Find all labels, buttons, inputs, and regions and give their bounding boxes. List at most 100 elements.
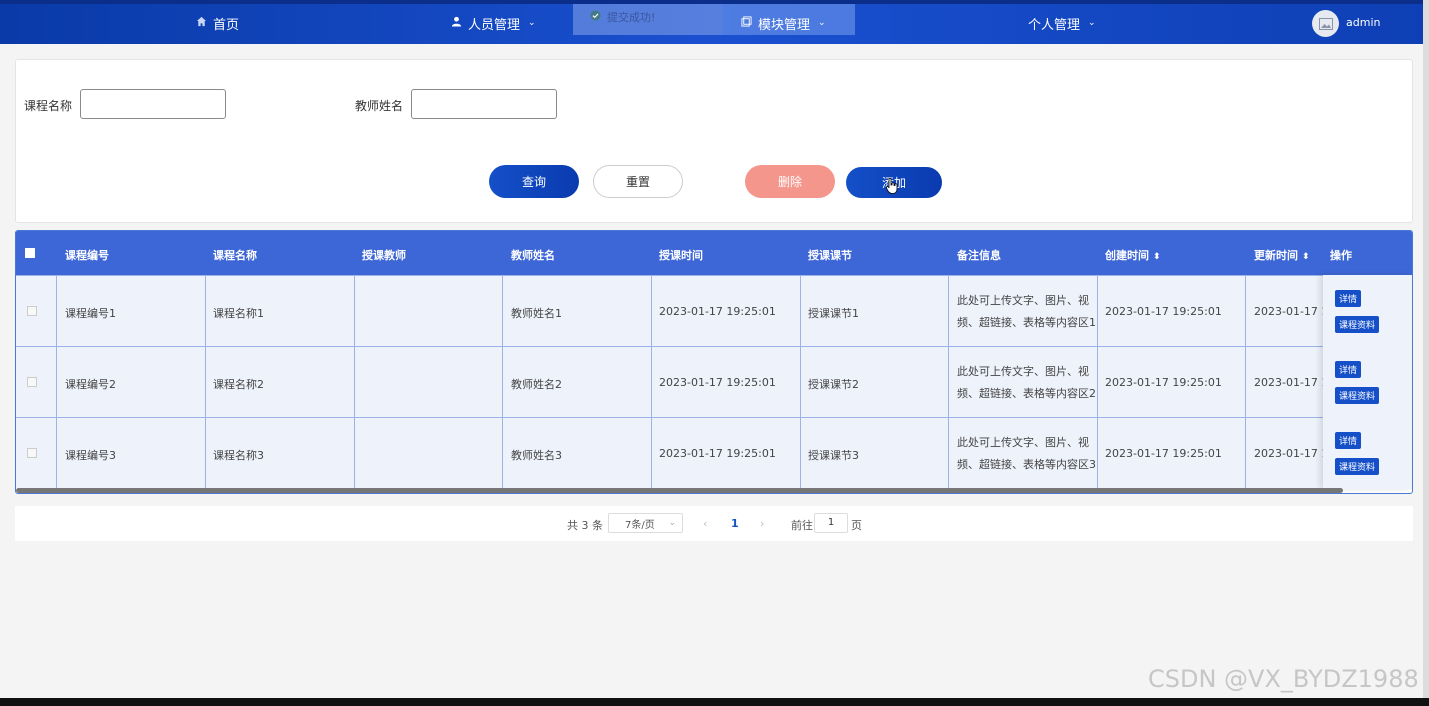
nav-personal[interactable]: 个人管理 ⌄ bbox=[1028, 12, 1096, 34]
col-lesson-section: 授课课节 bbox=[808, 249, 852, 262]
table-row: 课程编号3 课程名称3 教师姓名3 2023-01-17 19:25:01 授课… bbox=[16, 417, 1412, 488]
col-updated-label: 更新时间 bbox=[1254, 249, 1298, 262]
col-updated-time[interactable]: 更新时间 ⬍ bbox=[1254, 247, 1310, 263]
column-divider bbox=[948, 275, 949, 489]
cell-created-time: 2023-01-17 19:25:01 bbox=[1105, 305, 1222, 318]
row-checkbox[interactable] bbox=[27, 448, 37, 458]
cell-course-name: 课程名称3 bbox=[213, 449, 264, 462]
goto-page-input[interactable]: 1 bbox=[814, 513, 848, 533]
actions-column: 详情 课程资料 详情 课程资料 详情 课程资料 bbox=[1323, 275, 1412, 489]
nav-home[interactable]: 首页 bbox=[196, 12, 239, 34]
course-name-input[interactable] bbox=[80, 89, 226, 119]
top-nav: 提交成功! 首页 人员管理 ⌄ 模块管理 ⌄ 个人管理 ⌄ admin bbox=[0, 0, 1429, 44]
cell-note: 此处可上传文字、图片、视频、超链接、表格等内容区2 bbox=[957, 365, 1096, 400]
cell-teacher-name: 教师姓名3 bbox=[511, 449, 562, 462]
chevron-down-icon: ⌄ bbox=[818, 18, 826, 28]
cell-note: 此处可上传文字、图片、视频、超链接、表格等内容区1 bbox=[957, 294, 1096, 329]
nav-modules-label: 模块管理 bbox=[758, 17, 811, 33]
check-circle-icon bbox=[590, 10, 601, 24]
column-divider bbox=[205, 275, 206, 489]
cell-lesson-section: 授课课节3 bbox=[808, 449, 859, 462]
data-table: 课程编号 课程名称 授课教师 教师姓名 授课时间 授课课节 备注信息 创建时间 ⬍… bbox=[15, 230, 1413, 494]
col-course-code: 课程编号 bbox=[65, 249, 109, 262]
pagination: 共 3 条 7条/页 ⌄ ‹ 1 › 前往 1 页 bbox=[15, 506, 1413, 541]
course-material-button[interactable]: 课程资料 bbox=[1335, 316, 1380, 333]
course-name-label: 课程名称 bbox=[24, 99, 73, 113]
column-divider bbox=[502, 275, 503, 489]
current-page[interactable]: 1 bbox=[731, 517, 739, 530]
success-toast: 提交成功! bbox=[590, 9, 655, 25]
mouse-pointer-icon bbox=[886, 177, 898, 197]
select-all-checkbox[interactable] bbox=[25, 248, 35, 258]
chevron-down-icon: ⌄ bbox=[528, 18, 536, 28]
course-material-button[interactable]: 课程资料 bbox=[1335, 458, 1380, 475]
total-count: 共 3 条 bbox=[567, 519, 603, 532]
col-created-label: 创建时间 bbox=[1105, 249, 1149, 262]
cell-course-code: 课程编号1 bbox=[65, 307, 116, 320]
cell-created-time: 2023-01-17 19:25:01 bbox=[1105, 447, 1222, 460]
row-checkbox[interactable] bbox=[27, 377, 37, 387]
username[interactable]: admin bbox=[1346, 16, 1380, 29]
page-unit: 页 bbox=[851, 519, 862, 532]
next-page-icon[interactable]: › bbox=[760, 517, 764, 530]
avatar[interactable] bbox=[1312, 10, 1339, 37]
cell-lesson-section: 授课课节2 bbox=[808, 378, 859, 391]
column-divider bbox=[354, 275, 355, 489]
col-teacher: 授课教师 bbox=[362, 249, 406, 262]
query-button[interactable]: 查询 bbox=[489, 165, 579, 198]
cell-course-code: 课程编号2 bbox=[65, 378, 116, 391]
col-note: 备注信息 bbox=[957, 249, 1001, 262]
prev-page-icon[interactable]: ‹ bbox=[703, 517, 707, 530]
window-scrollbar[interactable] bbox=[1423, 0, 1429, 706]
cell-course-name: 课程名称1 bbox=[213, 307, 264, 320]
column-divider bbox=[651, 275, 652, 489]
image-icon bbox=[1318, 17, 1333, 30]
nav-users[interactable]: 人员管理 ⌄ bbox=[451, 12, 536, 34]
chevron-down-icon: ⌄ bbox=[1088, 18, 1096, 28]
nav-modules[interactable]: 模块管理 ⌄ bbox=[741, 12, 826, 34]
cell-lesson-section: 授课课节1 bbox=[808, 307, 859, 320]
watermark: CSDN @VX_BYDZ1988 bbox=[1148, 665, 1419, 693]
cell-course-code: 课程编号3 bbox=[65, 449, 116, 462]
sort-icon[interactable]: ⬍ bbox=[1153, 252, 1161, 262]
cell-lesson-time: 2023-01-17 19:25:01 bbox=[659, 447, 776, 460]
column-divider bbox=[56, 275, 57, 489]
table-row: 课程编号2 课程名称2 教师姓名2 2023-01-17 19:25:01 授课… bbox=[16, 346, 1412, 417]
cell-lesson-time: 2023-01-17 19:25:01 bbox=[659, 376, 776, 389]
column-divider bbox=[1245, 275, 1246, 489]
chevron-down-icon: ⌄ bbox=[668, 518, 676, 528]
goto-label: 前往 bbox=[791, 519, 813, 532]
row-checkbox[interactable] bbox=[27, 306, 37, 316]
horizontal-scrollbar[interactable] bbox=[16, 488, 1343, 493]
col-course-name: 课程名称 bbox=[213, 249, 257, 262]
detail-button[interactable]: 详情 bbox=[1335, 290, 1362, 307]
delete-button[interactable]: 删除 bbox=[745, 165, 835, 198]
nav-users-label: 人员管理 bbox=[468, 17, 521, 33]
detail-button[interactable]: 详情 bbox=[1335, 361, 1362, 378]
bottom-bar bbox=[0, 698, 1429, 706]
home-icon bbox=[196, 16, 207, 31]
column-divider bbox=[800, 275, 801, 489]
col-actions: 操作 bbox=[1330, 249, 1352, 262]
reset-button[interactable]: 重置 bbox=[593, 165, 683, 198]
page-size-select[interactable]: 7条/页 ⌄ bbox=[608, 513, 683, 533]
toast-text: 提交成功! bbox=[607, 11, 656, 24]
detail-button[interactable]: 详情 bbox=[1335, 432, 1362, 449]
col-created-time[interactable]: 创建时间 ⬍ bbox=[1105, 247, 1161, 263]
course-material-button[interactable]: 课程资料 bbox=[1335, 387, 1380, 404]
cell-course-name: 课程名称2 bbox=[213, 378, 264, 391]
cell-lesson-time: 2023-01-17 19:25:01 bbox=[659, 305, 776, 318]
teacher-name-label: 教师姓名 bbox=[355, 99, 404, 113]
teacher-name-input[interactable] bbox=[411, 89, 557, 119]
cell-teacher-name: 教师姓名1 bbox=[511, 307, 562, 320]
col-lesson-time: 授课时间 bbox=[659, 249, 703, 262]
cell-note: 此处可上传文字、图片、视频、超链接、表格等内容区3 bbox=[957, 436, 1096, 471]
copy-icon bbox=[741, 15, 752, 31]
user-icon bbox=[451, 16, 462, 31]
table-header: 课程编号 课程名称 授课教师 教师姓名 授课时间 授课课节 备注信息 创建时间 ⬍… bbox=[16, 231, 1412, 275]
nav-personal-label: 个人管理 bbox=[1028, 17, 1081, 33]
page-size-value: 7条/页 bbox=[625, 519, 655, 531]
sort-icon[interactable]: ⬍ bbox=[1302, 252, 1310, 262]
nav-home-label: 首页 bbox=[213, 17, 240, 33]
column-divider bbox=[1097, 275, 1098, 489]
